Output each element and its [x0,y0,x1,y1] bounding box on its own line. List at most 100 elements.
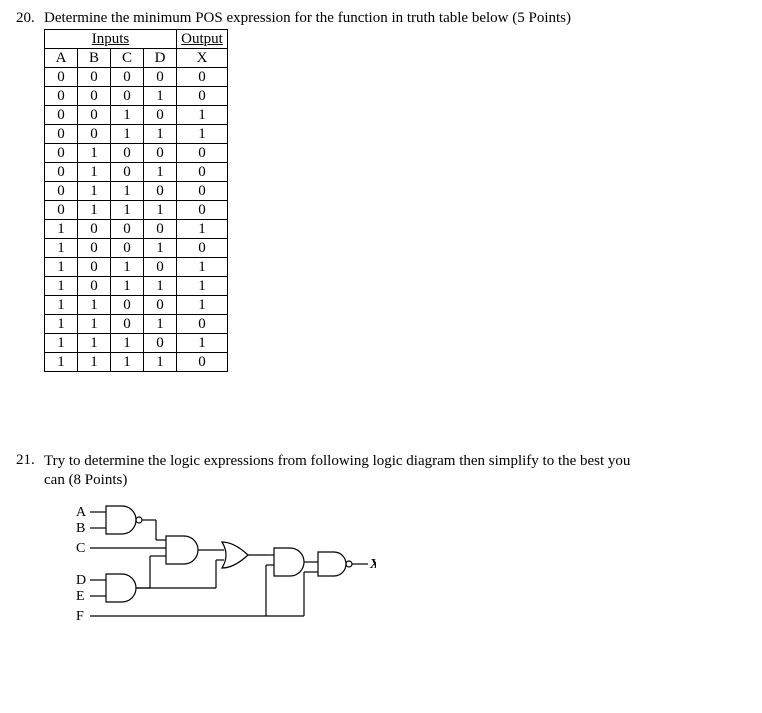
label-e: E [76,589,85,604]
table-cell: 1 [144,201,177,220]
label-c: C [76,541,85,556]
table-cell: 1 [78,182,111,201]
bubble-icon [136,517,142,523]
table-cell: 1 [111,334,144,353]
table-cell: 1 [177,258,228,277]
table-cell: 0 [144,144,177,163]
label-a: A [76,505,87,520]
table-row: 00101 [45,106,228,125]
question-21: 21. Try to determine the logic expressio… [16,452,752,639]
table-cell: 1 [111,277,144,296]
table-cell: 1 [78,334,111,353]
table-cell: 1 [78,163,111,182]
table-row: 10111 [45,277,228,296]
table-cell: 1 [45,334,78,353]
nand-gate [318,552,346,576]
table-cell: 1 [177,125,228,144]
table-cell: 0 [45,125,78,144]
table-cell: 0 [177,87,228,106]
table-cell: 0 [144,334,177,353]
table-cell: 0 [45,144,78,163]
table-cell: 0 [177,163,228,182]
table-cell: 1 [177,220,228,239]
col-c: C [111,49,144,68]
logic-diagram-svg: A B C D E F [76,504,376,634]
question-number: 21. [16,452,44,469]
label-f: F [76,609,84,624]
table-row: 01010 [45,163,228,182]
question-20: 20. Determine the minimum POS expression… [16,10,752,372]
table-row: 10101 [45,258,228,277]
table-cell: 0 [177,201,228,220]
truth-table-body: 0000000010001010011101000010100110001110… [45,68,228,372]
table-cell: 0 [144,106,177,125]
table-cell: 1 [177,106,228,125]
col-d: D [144,49,177,68]
table-cell: 0 [144,182,177,201]
table-cell: 1 [144,239,177,258]
col-b: B [78,49,111,68]
table-row: 01000 [45,144,228,163]
table-cell: 0 [177,182,228,201]
table-cell: 0 [177,68,228,87]
table-cell: 0 [45,68,78,87]
col-a: A [45,49,78,68]
table-cell: 0 [45,87,78,106]
table-cell: 0 [78,125,111,144]
table-row: 11010 [45,315,228,334]
table-row: 10001 [45,220,228,239]
table-cell: 1 [144,87,177,106]
question-20-header: 20. Determine the minimum POS expression… [16,10,752,27]
table-cell: 0 [78,239,111,258]
table-cell: 0 [111,315,144,334]
table-cell: 1 [144,125,177,144]
question-number: 20. [16,10,44,27]
table-row: 11110 [45,353,228,372]
and-gate-4 [274,548,304,576]
table-cell: 0 [144,220,177,239]
table-cell: 0 [78,87,111,106]
and-gate-3 [166,536,198,564]
and-gate-1 [106,506,136,534]
table-cell: 1 [45,296,78,315]
and-gate-2 [106,574,136,602]
table-cell: 0 [177,144,228,163]
table-cell: 1 [144,163,177,182]
table-cell: 1 [111,201,144,220]
table-cell: 1 [144,353,177,372]
table-cell: 0 [78,68,111,87]
table-cell: 1 [45,239,78,258]
bubble-icon [346,561,352,567]
table-row: 11101 [45,334,228,353]
table-cell: 1 [45,353,78,372]
label-x: X [369,557,376,572]
table-cell: 0 [45,163,78,182]
table-cell: 1 [111,182,144,201]
question-text: Try to determine the logic expressions f… [44,452,752,490]
table-cell: 0 [45,106,78,125]
label-b: B [76,521,85,536]
table-cell: 1 [111,106,144,125]
table-cell: 0 [144,68,177,87]
table-cell: 1 [144,277,177,296]
table-row: 00010 [45,87,228,106]
table-row: 11001 [45,296,228,315]
table-cell: 0 [111,144,144,163]
table-row: 00111 [45,125,228,144]
table-cell: 1 [78,296,111,315]
table-cell: 1 [111,125,144,144]
table-cell: 0 [111,87,144,106]
table-cell: 0 [177,315,228,334]
table-cell: 1 [45,258,78,277]
table-cell: 0 [111,296,144,315]
logic-diagram: A B C D E F [76,504,752,639]
header-inputs: Inputs [45,30,177,49]
table-cell: 1 [78,144,111,163]
col-x: X [177,49,228,68]
table-cell: 1 [78,315,111,334]
table-cell: 1 [45,220,78,239]
label-d: D [76,573,86,588]
table-cell: 1 [78,201,111,220]
table-cell: 0 [111,220,144,239]
q21-line1: Try to determine the logic expressions f… [44,453,630,469]
